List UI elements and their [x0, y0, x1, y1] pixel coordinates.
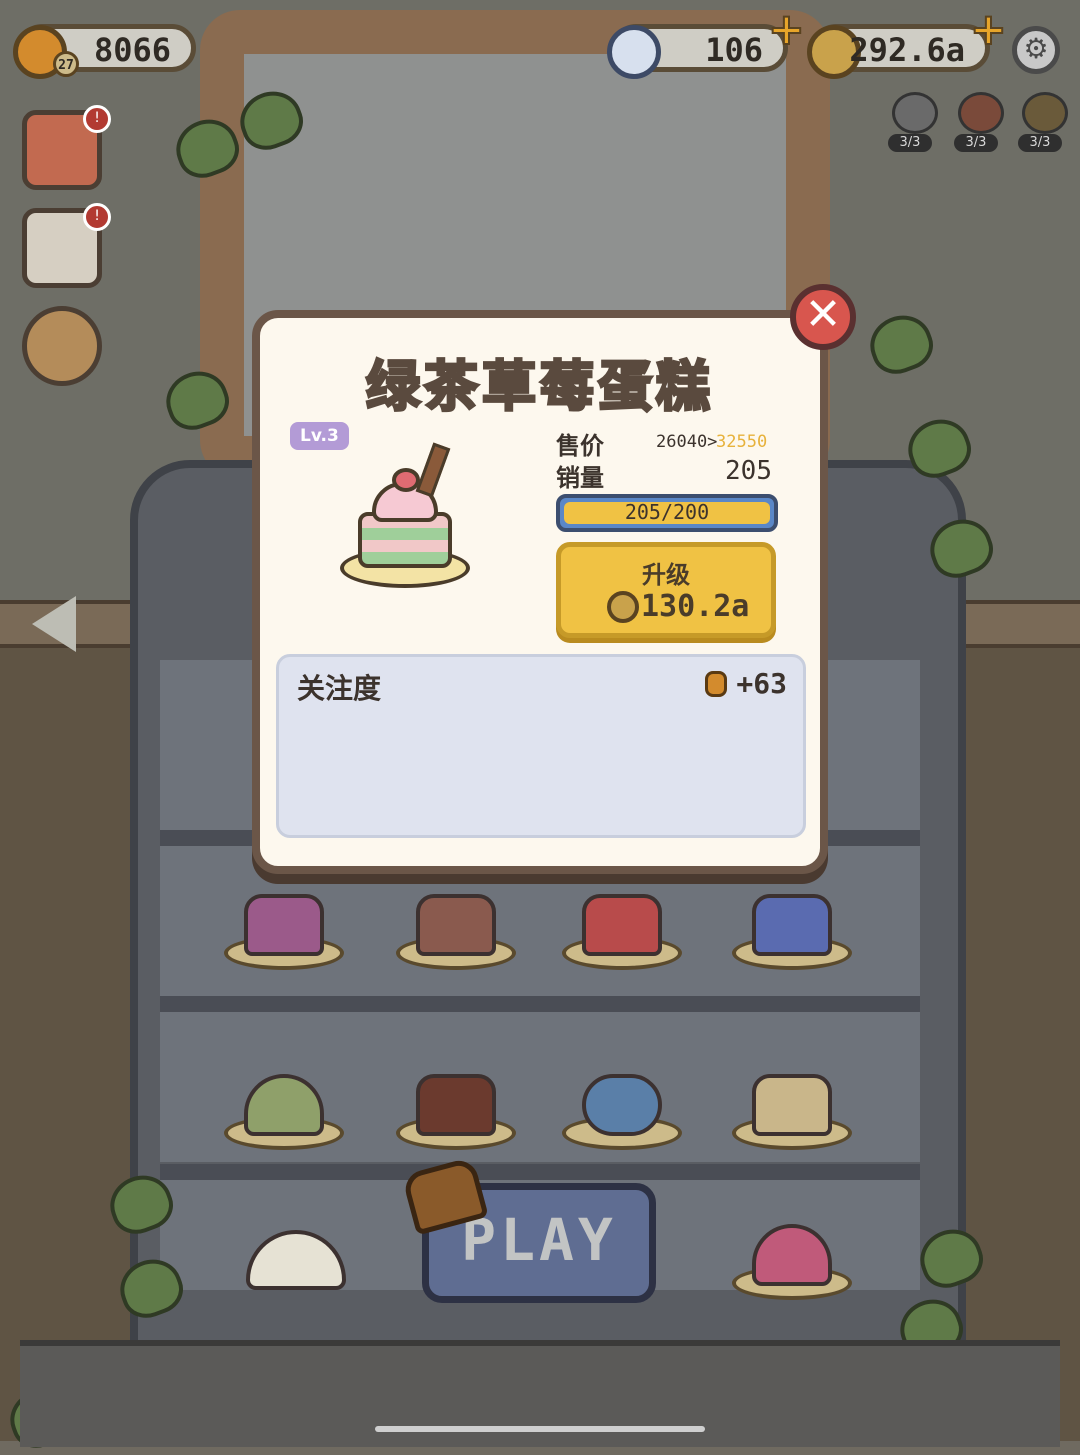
progress-text: 205/200: [624, 500, 710, 524]
cat-figure: [246, 1220, 346, 1290]
shelf-item[interactable]: [396, 1060, 516, 1150]
add-coins-button[interactable]: +: [969, 3, 1008, 56]
upgrade-button[interactable]: 升级 130.2a: [556, 542, 776, 638]
notification-badge: !: [83, 105, 111, 133]
gem-count: 106: [705, 31, 763, 69]
cake-illustration: [340, 442, 470, 588]
booster-item[interactable]: 3/3: [1018, 92, 1072, 152]
close-button[interactable]: ✕: [790, 284, 856, 350]
booster-count: 3/3: [1018, 134, 1062, 152]
booster-icon: [892, 92, 938, 134]
diamond-icon: [607, 25, 661, 79]
coin-counter: 292.6a: [807, 24, 990, 79]
shelf: [160, 996, 920, 1012]
level-badge: 27: [53, 51, 79, 77]
coin-count: 292.6a: [849, 31, 965, 69]
attention-value: +63: [736, 667, 787, 700]
coin-icon: [607, 591, 639, 623]
sales-label: 销量: [556, 464, 604, 492]
shelf-item[interactable]: [224, 1060, 344, 1150]
attention-panel: 关注度 +63: [276, 654, 806, 838]
modal-title: 绿茶草莓蛋糕: [365, 354, 714, 420]
attention-label: 关注度: [297, 672, 382, 705]
gem-counter: 106: [607, 24, 788, 79]
upgrade-label: 升级: [642, 561, 690, 589]
booster-item[interactable]: 3/3: [888, 92, 942, 152]
gear-icon[interactable]: ⚙: [1012, 26, 1060, 74]
shelf-item[interactable]: [224, 880, 344, 970]
home-indicator[interactable]: [375, 1426, 705, 1432]
sales-value: 205: [725, 456, 772, 486]
sales-progress-bar: 205/200: [556, 494, 778, 532]
price-new: 32550: [716, 432, 768, 452]
fish-icon: [705, 671, 727, 697]
shelf-item[interactable]: [732, 1060, 852, 1150]
upgrade-cost: 130.2a: [641, 589, 750, 624]
back-arrow-icon[interactable]: [32, 596, 76, 652]
shelf-item[interactable]: [732, 880, 852, 970]
shelf: [160, 1164, 920, 1180]
price-label: 售价: [556, 432, 604, 460]
booster-count: 3/3: [954, 134, 998, 152]
booster-count: 3/3: [888, 134, 932, 152]
shelf-item[interactable]: [562, 1060, 682, 1150]
shop-icon[interactable]: !: [22, 105, 111, 190]
fish-count: 8066: [93, 31, 171, 69]
gift-bag-icon[interactable]: [22, 306, 102, 386]
fish-counter: 27 8066: [13, 24, 196, 79]
booster-icon: [1022, 92, 1068, 134]
item-detail-modal: 绿茶草莓蛋糕 Lv.3 售价 26040> 32550 销量 205 205/2…: [252, 310, 828, 874]
price-old: 26040>: [656, 432, 718, 452]
booster-icon: [958, 92, 1004, 134]
shelf-item[interactable]: [396, 880, 516, 970]
shelf-item[interactable]: [732, 1210, 852, 1300]
checklist-icon[interactable]: !: [22, 203, 111, 288]
notification-badge: !: [83, 203, 111, 231]
level-badge: Lv.3: [290, 422, 349, 450]
booster-item[interactable]: 3/3: [954, 92, 1008, 152]
add-gems-button[interactable]: +: [767, 3, 806, 56]
shelf-item[interactable]: [562, 880, 682, 970]
